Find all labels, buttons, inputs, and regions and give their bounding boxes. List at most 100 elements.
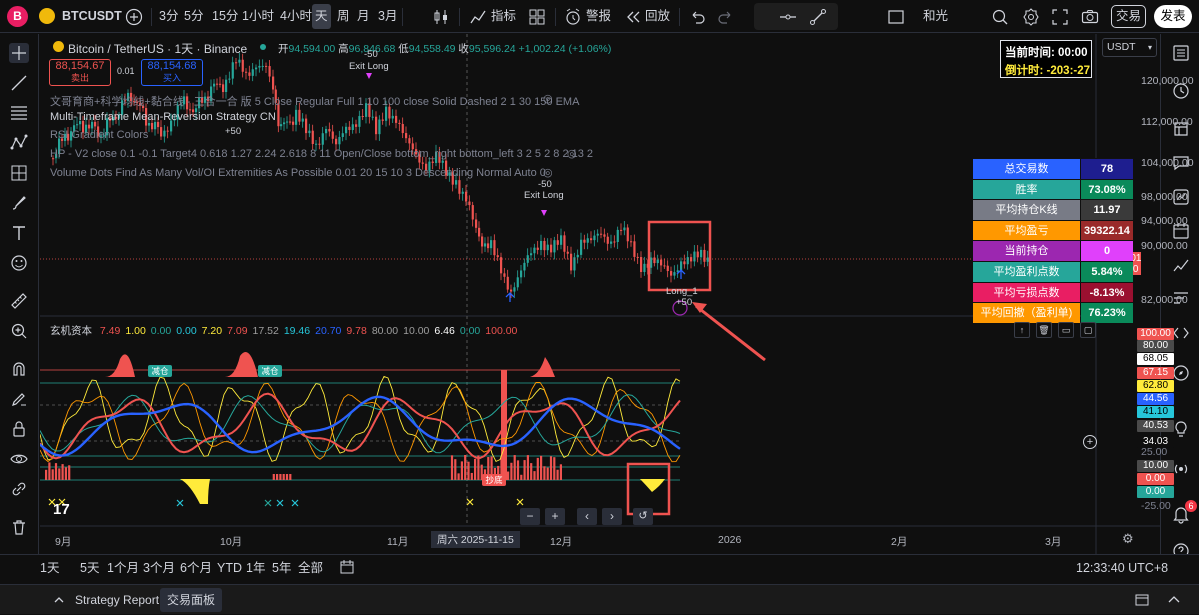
interval-4[interactable]: 4小时 bbox=[280, 0, 312, 33]
buy-button[interactable]: 88,154.68 买入 bbox=[141, 59, 203, 86]
pane-collapse-icon[interactable]: ▭ bbox=[1058, 322, 1074, 338]
zoom-in-button[interactable]: + bbox=[545, 508, 565, 525]
pane-delete-icon[interactable]: 🗑 bbox=[1036, 322, 1052, 338]
clock-timezone[interactable]: 12:33:40 UTC+8 bbox=[1076, 555, 1168, 581]
pattern-tool-icon[interactable] bbox=[9, 133, 29, 153]
text-tool-icon[interactable] bbox=[9, 223, 29, 243]
interval-5[interactable]: 天 bbox=[312, 4, 331, 29]
eye-toggle-icon[interactable]: ◎ bbox=[543, 166, 553, 179]
trend-line-icon[interactable] bbox=[808, 7, 828, 27]
layout-icon[interactable] bbox=[886, 7, 906, 27]
scroll-left-button[interactable]: ‹ bbox=[577, 508, 597, 525]
indicator-legend-3[interactable]: RSI Gradient Colors bbox=[50, 129, 148, 141]
range-7[interactable]: 5年 bbox=[272, 555, 291, 581]
eye-toggle-icon[interactable]: ◎ bbox=[567, 147, 577, 160]
candle-body bbox=[533, 247, 536, 254]
range-6[interactable]: 1年 bbox=[246, 555, 265, 581]
indicators-button[interactable]: 指标 bbox=[491, 0, 516, 33]
redo-icon[interactable] bbox=[716, 7, 736, 27]
indicator-legend-1[interactable]: 文哥育商+科学均线+黏合线 - 三合一合 版 5 Close Regular F… bbox=[50, 93, 579, 109]
settings-gear-icon[interactable] bbox=[1021, 7, 1041, 27]
interval-3[interactable]: 1小时 bbox=[242, 0, 274, 33]
quick-search-icon[interactable] bbox=[990, 7, 1010, 27]
oscillator-legend[interactable]: 玄机资本 7.49 1.00 0.00 0.00 7.20 7.09 17.52 19.46 2… bbox=[50, 323, 517, 338]
news-icon[interactable] bbox=[1171, 363, 1191, 383]
add-level-icon[interactable]: + bbox=[1083, 435, 1097, 449]
ideas-bulb-icon[interactable] bbox=[1171, 419, 1191, 439]
range-3[interactable]: 3个月 bbox=[143, 555, 175, 581]
axis-settings-icon[interactable]: ⚙ bbox=[1122, 531, 1134, 547]
maximize-panel-icon[interactable] bbox=[1166, 592, 1182, 608]
range-4[interactable]: 6个月 bbox=[180, 555, 212, 581]
currency-selector[interactable]: USDT ▾ bbox=[1102, 38, 1157, 57]
zoom-in-icon[interactable] bbox=[9, 321, 29, 341]
interval-2[interactable]: 15分 bbox=[212, 0, 238, 33]
stay-in-drawing-icon[interactable] bbox=[9, 389, 29, 409]
alert-button[interactable]: 警报 bbox=[586, 0, 611, 33]
candle-body bbox=[693, 251, 696, 262]
stats-row: 胜率 73.08% bbox=[973, 178, 1133, 200]
horizontal-line-icon[interactable] bbox=[778, 7, 798, 27]
pine-editor-icon[interactable] bbox=[1171, 323, 1191, 343]
eye-toggle-icon[interactable]: ◎ bbox=[543, 92, 553, 105]
snapshot-camera-icon[interactable] bbox=[1080, 7, 1100, 27]
interval-0[interactable]: 3分 bbox=[159, 0, 178, 33]
interval-7[interactable]: 月 bbox=[357, 0, 370, 33]
eye-icon[interactable] bbox=[9, 449, 29, 469]
undo-icon[interactable] bbox=[687, 7, 707, 27]
watchlist-icon[interactable] bbox=[1171, 43, 1191, 63]
brush-tool-icon[interactable] bbox=[9, 193, 29, 213]
range-8[interactable]: 全部 bbox=[298, 555, 323, 581]
zoom-out-button[interactable]: − bbox=[520, 508, 540, 525]
chart-area[interactable]: Bitcoin / TetherUS · 1天 · Binance 开94,59… bbox=[40, 34, 1194, 554]
pane-maximize-icon[interactable]: ▢ bbox=[1080, 322, 1096, 338]
forecast-tool-icon[interactable] bbox=[9, 163, 29, 183]
alert-icon[interactable] bbox=[563, 7, 583, 27]
candles-type-icon[interactable] bbox=[431, 7, 451, 27]
trash-icon[interactable] bbox=[9, 517, 29, 537]
avatar[interactable]: B bbox=[7, 6, 28, 27]
tab-strategy-report[interactable]: Strategy Report bbox=[75, 585, 159, 615]
indicator-legend-2[interactable]: Multi-Timeframe Mean-Reversion Strategy … bbox=[50, 111, 276, 123]
lock-icon[interactable] bbox=[9, 419, 29, 439]
range-1[interactable]: 5天 bbox=[80, 555, 99, 581]
range-0[interactable]: 1天 bbox=[40, 555, 59, 581]
candle-body bbox=[590, 238, 593, 241]
collapse-panel-icon[interactable] bbox=[51, 592, 67, 608]
indicator-legend-5[interactable]: Volume Dots Find As Many Vol/OI Extremit… bbox=[50, 167, 546, 179]
templates-icon[interactable] bbox=[527, 7, 547, 27]
pane-move-up-icon[interactable]: ↑ bbox=[1014, 322, 1030, 338]
compare-add-icon[interactable] bbox=[124, 7, 144, 27]
interval-6[interactable]: 周 bbox=[337, 0, 350, 33]
chart-title[interactable]: Bitcoin / TetherUS · 1天 · Binance bbox=[68, 40, 247, 57]
link-icon[interactable] bbox=[9, 479, 29, 499]
reset-chart-icon[interactable]: ↺ bbox=[633, 508, 653, 525]
crosshair-icon[interactable] bbox=[9, 43, 29, 63]
replay-icon[interactable] bbox=[623, 7, 643, 27]
fib-tool-icon[interactable] bbox=[9, 103, 29, 123]
publish-button[interactable]: 发表 bbox=[1154, 5, 1192, 28]
layout-name[interactable]: 和光 bbox=[923, 0, 948, 33]
tab-trading-panel[interactable]: 交易面板 bbox=[160, 588, 223, 612]
interval-8[interactable]: 3月 bbox=[378, 0, 397, 33]
expand-panel-icon[interactable] bbox=[1134, 592, 1150, 608]
fullscreen-icon[interactable] bbox=[1050, 7, 1070, 27]
date-range-picker-icon[interactable] bbox=[339, 559, 355, 575]
indicators-icon[interactable] bbox=[468, 7, 488, 27]
sell-button[interactable]: 88,154.67 卖出 bbox=[49, 59, 111, 86]
streams-icon[interactable] bbox=[1171, 459, 1191, 479]
emoji-tool-icon[interactable] bbox=[9, 253, 29, 273]
trend-line-tool-icon[interactable] bbox=[9, 73, 29, 93]
candle-body bbox=[245, 71, 248, 73]
magnet-icon[interactable] bbox=[9, 359, 29, 379]
indicator-legend-4[interactable]: HP - V2 close 0.1 -0.1 Target4 0.618 1.2… bbox=[50, 148, 593, 160]
measure-ruler-icon[interactable] bbox=[9, 291, 29, 311]
symbol-search[interactable]: BTCUSDT bbox=[62, 0, 122, 33]
hotlist-icon[interactable] bbox=[1171, 255, 1191, 275]
replay-button[interactable]: 回放 bbox=[645, 0, 670, 33]
range-2[interactable]: 1个月 bbox=[107, 555, 139, 581]
interval-1[interactable]: 5分 bbox=[184, 0, 203, 33]
trade-button[interactable]: 交易 bbox=[1111, 5, 1146, 28]
range-5[interactable]: YTD bbox=[217, 555, 242, 581]
scroll-right-button[interactable]: › bbox=[602, 508, 622, 525]
